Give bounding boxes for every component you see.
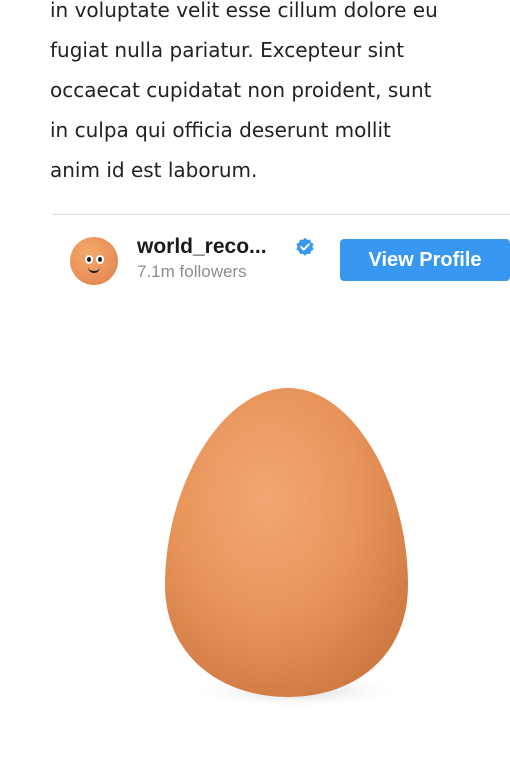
followers-count: 7.1m followers bbox=[137, 262, 247, 281]
avatar-eye bbox=[96, 255, 104, 264]
post-image[interactable] bbox=[52, 305, 510, 766]
avatar-eye bbox=[85, 255, 93, 264]
instagram-embed-header: world_reco... 7.1m followers View Profil… bbox=[52, 215, 510, 305]
article-line: in voluptate velit esse cillum dolore eu bbox=[50, 0, 438, 22]
article-text: in voluptate velit esse cillum dolore eu… bbox=[50, 0, 490, 190]
avatar-mouth bbox=[88, 266, 100, 273]
verified-badge-icon bbox=[296, 237, 314, 256]
article-line: occaecat cupidatat non proident, sunt bbox=[50, 78, 432, 102]
username-link[interactable]: world_reco... bbox=[137, 235, 267, 259]
article-line: in culpa qui officia deserunt mollit bbox=[50, 118, 391, 142]
avatar[interactable] bbox=[70, 237, 118, 285]
view-profile-button[interactable]: View Profile bbox=[340, 239, 510, 281]
article-line: fugiat nulla pariatur. Excepteur sint bbox=[50, 38, 405, 62]
article-line: anim id est laborum. bbox=[50, 158, 258, 182]
egg-image bbox=[165, 388, 408, 709]
